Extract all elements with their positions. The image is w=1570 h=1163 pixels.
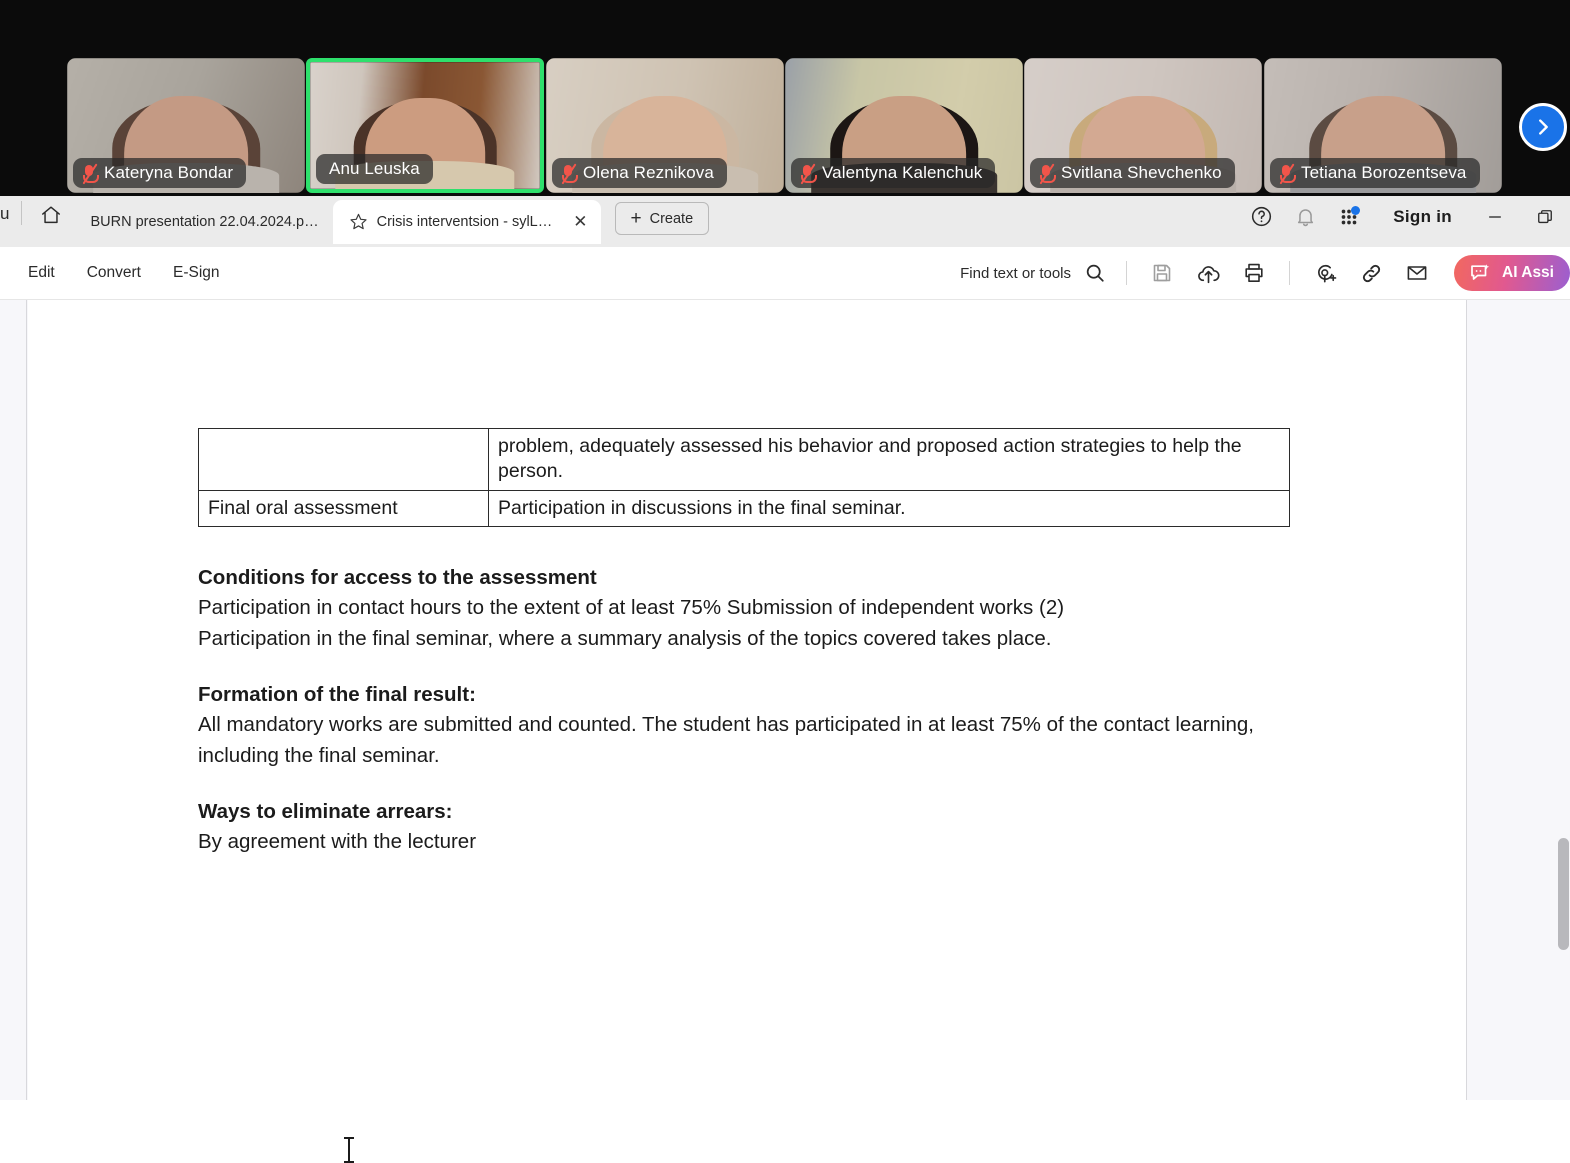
- sign-in-button[interactable]: Sign in: [1371, 207, 1470, 227]
- print-button[interactable]: [1231, 254, 1277, 292]
- notifications-button[interactable]: [1283, 200, 1327, 234]
- link-icon: [1362, 264, 1380, 282]
- section-line: Participation in the final seminar, wher…: [198, 626, 1052, 650]
- tab-close-button[interactable]: ✕: [573, 213, 587, 230]
- participant-name-badge: Kateryna Bondar: [73, 158, 247, 188]
- next-participants-page-button[interactable]: [1519, 103, 1567, 151]
- participant-name-badge: Valentyna Kalenchuk: [791, 158, 996, 188]
- section-line: Participation in contact hours to the ex…: [198, 596, 1065, 620]
- email-button[interactable]: [1394, 254, 1440, 292]
- add-stamp-icon: [1317, 264, 1336, 282]
- menu-edit[interactable]: Edit: [12, 256, 71, 290]
- minimize-window-button[interactable]: [1470, 200, 1520, 234]
- ai-assistant-button[interactable]: AI Assi: [1454, 255, 1570, 291]
- video-tile-participant[interactable]: Tetiana Borozentseva: [1264, 58, 1502, 193]
- tab-burn-presentation[interactable]: BURN presentation 22.04.2024.p…: [76, 203, 332, 241]
- menu-convert[interactable]: Convert: [71, 256, 157, 290]
- home-button[interactable]: [32, 198, 70, 232]
- toolbar-divider: [1289, 261, 1291, 285]
- pdf-page[interactable]: problem, adequately assessed his behavio…: [28, 300, 1466, 1163]
- participant-name-badge: Svitlana Shevchenko: [1030, 158, 1235, 188]
- participant-name: Anu Leuska: [329, 159, 420, 178]
- mic-muted-icon: [800, 162, 817, 185]
- participant-name: Tetiana Borozentseva: [1301, 163, 1467, 182]
- plus-icon: +: [630, 208, 642, 229]
- tabbar-divider: [21, 200, 23, 225]
- mic-muted-icon: [1279, 162, 1296, 185]
- participant-name: Olena Reznikova: [583, 163, 714, 182]
- save-button[interactable]: [1139, 254, 1185, 292]
- vertical-scrollbar[interactable]: [1557, 300, 1570, 1100]
- right-side-panel[interactable]: [1466, 300, 1570, 1100]
- help-circle-icon: [1251, 206, 1271, 227]
- section-heading-formation: Formation of the final result:: [198, 683, 476, 707]
- table-cell-description: problem, adequately assessed his behavio…: [488, 428, 1290, 491]
- cloud-upload-button[interactable]: [1185, 254, 1231, 292]
- find-label: Find text or tools: [960, 264, 1072, 282]
- participant-name-badge: Olena Reznikova: [552, 158, 727, 188]
- restore-window-icon: [1538, 209, 1552, 223]
- pdf-document-area: problem, adequately assessed his behavio…: [0, 300, 1570, 1163]
- ai-assistant-label: AI Assi: [1502, 264, 1554, 281]
- apps-button[interactable]: [1327, 200, 1371, 234]
- email-icon: [1407, 266, 1427, 280]
- pdf-app-toolbar: Edit Convert E-Sign Find text or tools A…: [0, 247, 1570, 300]
- section-line: All mandatory works are submitted and co…: [198, 713, 1254, 767]
- minimize-icon: [1489, 215, 1501, 218]
- video-tile-participant[interactable]: Valentyna Kalenchuk: [785, 58, 1023, 193]
- table-row: problem, adequately assessed his behavio…: [198, 428, 1290, 491]
- video-tile-participant-active[interactable]: Anu Leuska: [306, 58, 544, 193]
- video-tile-participant[interactable]: Olena Reznikova: [546, 58, 784, 193]
- mic-muted-icon: [82, 162, 99, 185]
- text-cursor: [344, 1137, 354, 1163]
- table-cell-description: Participation in discussions in the fina…: [488, 489, 1290, 528]
- notification-dot: [1351, 205, 1361, 215]
- video-conference-strip: Kateryna Bondar Anu Leuska Olena Rezniko…: [0, 0, 1570, 196]
- table-row: Final oral assessment Participation in d…: [198, 489, 1290, 528]
- table-cell-label: Final oral assessment: [198, 489, 489, 528]
- participant-name-badge: Anu Leuska: [316, 154, 433, 184]
- bell-icon: [1297, 209, 1313, 227]
- assessment-table: problem, adequately assessed his behavio…: [198, 428, 1290, 528]
- add-stamp-button[interactable]: [1302, 254, 1348, 292]
- pdf-page-content: problem, adequately assessed his behavio…: [198, 428, 1293, 858]
- cloud-upload-icon: [1197, 265, 1220, 283]
- create-button[interactable]: + Create: [614, 202, 710, 235]
- find-text-or-tools-button[interactable]: Find text or tools: [960, 262, 1106, 284]
- tab-crisis-interventsion[interactable]: Crisis interventsion - sylL… ✕: [332, 199, 601, 244]
- participant-name: Kateryna Bondar: [104, 163, 234, 182]
- participant-name: Svitlana Shevchenko: [1061, 163, 1222, 182]
- section-heading-conditions: Conditions for access to the assessment: [198, 566, 597, 590]
- participant-name: Valentyna Kalenchuk: [822, 163, 983, 182]
- browser-tab-bar: u BURN presentation 22.04.2024.p… Crisis…: [0, 196, 1570, 247]
- section-heading-arrears: Ways to eliminate arrears:: [198, 800, 453, 823]
- menu-esign[interactable]: E-Sign: [157, 256, 236, 290]
- toolbar-divider: [1126, 261, 1128, 285]
- ai-sparkle-chat-icon: [1471, 264, 1490, 280]
- mic-muted-icon: [1039, 162, 1056, 185]
- create-label: Create: [649, 210, 694, 227]
- video-tile-participant[interactable]: Svitlana Shevchenko: [1024, 58, 1262, 193]
- search-icon: [1086, 264, 1104, 282]
- chevron-right-icon: [1539, 119, 1548, 135]
- home-icon: [42, 205, 61, 223]
- section-line: By agreement with the lecturer: [198, 830, 477, 854]
- help-button[interactable]: [1239, 200, 1283, 234]
- tab-overflow-label[interactable]: u: [0, 204, 15, 224]
- save-icon: [1153, 264, 1171, 282]
- share-link-button[interactable]: [1348, 254, 1394, 292]
- scrollbar-thumb[interactable]: [1558, 838, 1569, 950]
- video-tile-participant[interactable]: Kateryna Bondar: [67, 58, 305, 193]
- star-icon[interactable]: [349, 212, 368, 231]
- tab-title: Crisis interventsion - sylL…: [376, 213, 553, 230]
- restore-window-button[interactable]: [1520, 200, 1570, 234]
- print-icon: [1245, 263, 1263, 283]
- left-tool-rail[interactable]: [0, 300, 27, 1100]
- tab-title: BURN presentation 22.04.2024.p…: [90, 213, 319, 230]
- mic-muted-icon: [561, 162, 578, 185]
- participant-name-badge: Tetiana Borozentseva: [1270, 158, 1480, 188]
- table-cell-label: [198, 428, 489, 491]
